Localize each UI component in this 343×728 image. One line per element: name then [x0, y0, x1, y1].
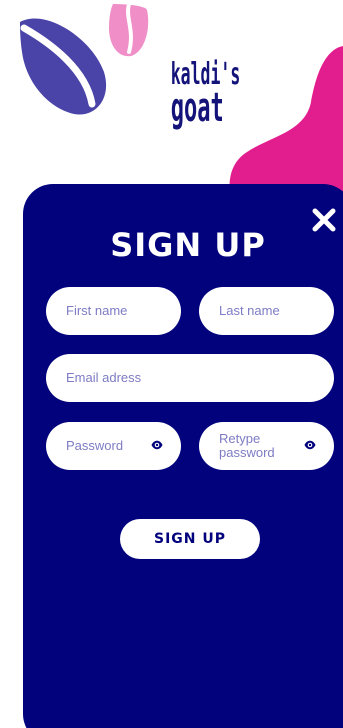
password-field[interactable]: Password — [46, 422, 181, 470]
first-name-field[interactable]: First name — [46, 287, 181, 335]
retype-password-field[interactable]: Retype password — [199, 422, 334, 470]
pink-blob-shape — [229, 46, 343, 200]
last-name-field[interactable]: Last name — [199, 287, 334, 335]
eye-icon[interactable] — [304, 439, 316, 451]
page-title: SIGN UP — [110, 226, 266, 264]
brand-logo: kaldi's goat — [155, 58, 241, 138]
coffee-bean-blue-icon — [20, 18, 107, 115]
retype-password-placeholder: Retype password — [219, 432, 275, 459]
email-placeholder: Email adress — [66, 370, 142, 386]
password-placeholder: Password — [66, 438, 124, 454]
last-name-placeholder: Last name — [219, 303, 280, 319]
logo-line-2: goat — [170, 85, 224, 131]
first-name-placeholder: First name — [66, 303, 128, 319]
eye-icon[interactable] — [151, 439, 163, 451]
sign-up-button[interactable]: SIGN UP — [120, 519, 260, 559]
email-field[interactable]: Email adress — [46, 354, 334, 402]
coffee-bean-pink-icon — [109, 2, 149, 57]
retype-password-line-2: password — [219, 445, 275, 460]
